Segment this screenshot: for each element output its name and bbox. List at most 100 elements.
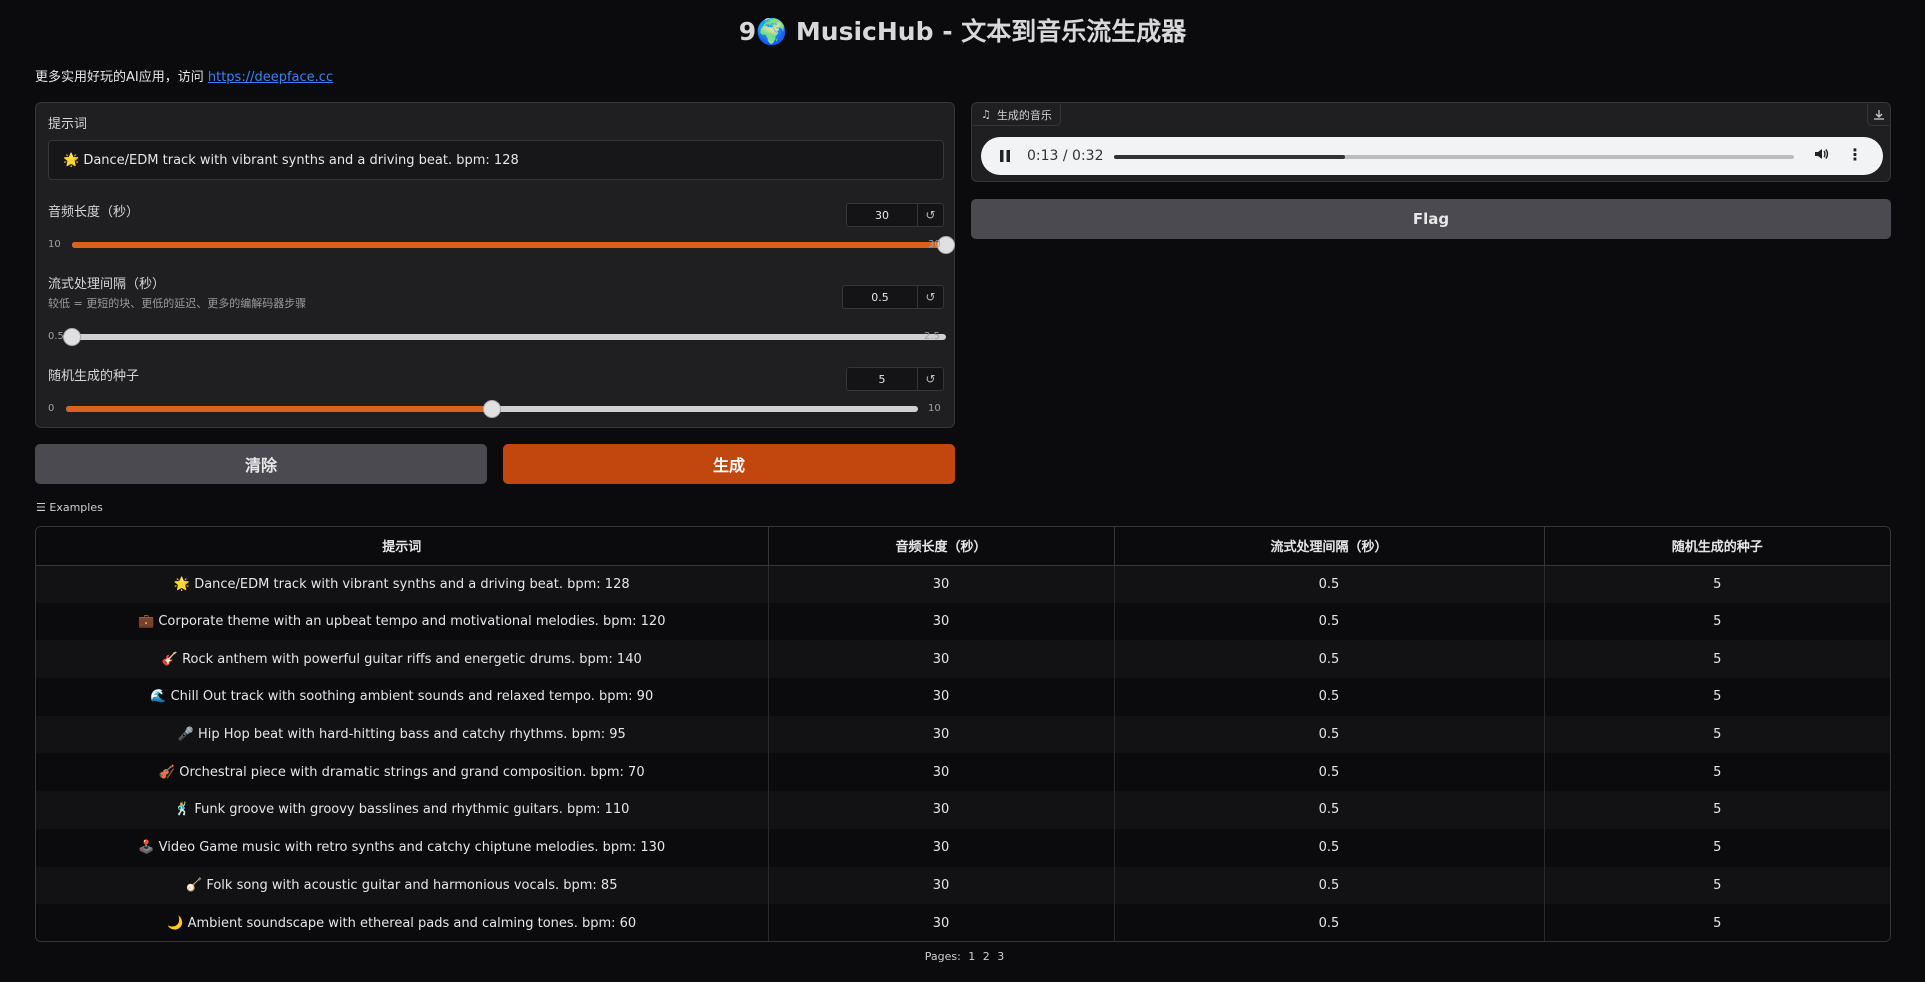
cell-interval: 0.5	[1114, 904, 1545, 941]
table-row[interactable]: 🌊 Chill Out track with soothing ambient …	[36, 678, 1890, 716]
pagination: Pages: 1 2 3	[0, 950, 1925, 963]
cell-prompt: 💼 Corporate theme with an upbeat tempo a…	[36, 602, 769, 641]
seed-number-input[interactable]: 5	[846, 367, 918, 391]
audio-label: 生成的音乐	[996, 108, 1052, 122]
cell-interval: 0.5	[1114, 640, 1545, 679]
examples-header: ☰ Examples	[36, 501, 103, 514]
duration-slider-fill	[72, 242, 946, 248]
flag-button[interactable]: Flag	[971, 199, 1891, 239]
pause-button[interactable]	[995, 146, 1015, 166]
cell-prompt: 🌙 Ambient soundscape with ethereal pads …	[36, 904, 769, 941]
cell-duration: 30	[768, 828, 1115, 867]
column-header-interval: 流式处理间隔（秒）	[1114, 527, 1545, 566]
playback-progress-fill	[1114, 155, 1346, 159]
cell-prompt: 🎻 Orchestral piece with dramatic strings…	[36, 753, 769, 792]
cell-duration: 30	[768, 791, 1115, 829]
page-link-2[interactable]: 2	[983, 950, 990, 963]
table-row[interactable]: 🕺 Funk groove with groovy basslines and …	[36, 791, 1890, 829]
cell-prompt: 🪕 Folk song with acoustic guitar and har…	[36, 866, 769, 905]
duration-slider[interactable]	[72, 236, 955, 254]
column-header-duration: 音频长度（秒）	[768, 527, 1115, 566]
cell-prompt: 🕹️ Video Game music with retro synths an…	[36, 828, 769, 867]
playback-progress-bar[interactable]	[1114, 155, 1794, 159]
interval-slider-thumb[interactable]	[63, 328, 81, 346]
seed-slider[interactable]	[66, 400, 918, 418]
column-header-seed: 随机生成的种子	[1544, 527, 1890, 566]
more-options-icon[interactable]: ⋮	[1847, 145, 1863, 164]
cell-interval: 0.5	[1114, 715, 1545, 754]
subtitle-text: 更多实用好玩的AI应用，访问	[35, 70, 204, 85]
duration-number-input[interactable]: 30	[846, 203, 918, 227]
pause-icon	[1000, 150, 1010, 162]
table-row[interactable]: 🎸 Rock anthem with powerful guitar riffs…	[36, 640, 1890, 679]
cell-interval: 0.5	[1114, 602, 1545, 641]
page-link-1[interactable]: 1	[968, 950, 975, 963]
seed-slider-fill	[66, 406, 492, 412]
page-link-3[interactable]: 3	[997, 950, 1004, 963]
download-icon[interactable]	[1867, 104, 1889, 126]
cell-duration: 30	[768, 904, 1115, 941]
table-row[interactable]: 💼 Corporate theme with an upbeat tempo a…	[36, 602, 1890, 641]
pagination-label: Pages:	[924, 950, 961, 963]
column-header-prompt: 提示词	[36, 527, 769, 566]
prompt-label: 提示词	[48, 117, 88, 132]
interval-min: 0.5	[48, 331, 64, 342]
cell-prompt: 🎸 Rock anthem with powerful guitar riffs…	[36, 640, 769, 679]
deepface-link[interactable]: https://deepface.cc	[208, 70, 333, 85]
duration-max: 30	[928, 239, 941, 250]
audio-label-tag: ♫ 生成的音乐	[973, 104, 1061, 126]
examples-label: Examples	[49, 501, 103, 514]
cell-duration: 30	[768, 640, 1115, 679]
table-row[interactable]: 🌟 Dance/EDM track with vibrant synths an…	[36, 565, 1890, 603]
cell-seed: 5	[1544, 602, 1890, 641]
cell-duration: 30	[768, 866, 1115, 905]
prompt-input[interactable]: 🌟 Dance/EDM track with vibrant synths an…	[48, 140, 944, 180]
seed-reset-button[interactable]: ↺	[918, 367, 944, 391]
list-icon: ☰	[36, 501, 46, 514]
table-row[interactable]: 🌙 Ambient soundscape with ethereal pads …	[36, 904, 1890, 941]
clear-button[interactable]: 清除	[35, 444, 487, 484]
cell-prompt: 🌟 Dance/EDM track with vibrant synths an…	[36, 565, 769, 603]
cell-seed: 5	[1544, 753, 1890, 792]
seed-slider-thumb[interactable]	[483, 400, 501, 418]
seed-min: 0	[48, 403, 55, 414]
interval-label: 流式处理间隔（秒）	[48, 277, 166, 292]
cell-prompt: 🌊 Chill Out track with soothing ambient …	[36, 678, 769, 716]
cell-seed: 5	[1544, 640, 1890, 679]
duration-reset-button[interactable]: ↺	[918, 203, 944, 227]
interval-info: 较低 = 更短的块、更低的延迟、更多的编解码器步骤	[48, 297, 307, 310]
interval-slider[interactable]	[63, 328, 946, 346]
cell-duration: 30	[768, 753, 1115, 792]
cell-seed: 5	[1544, 828, 1890, 867]
page-title: 9🌍 MusicHub - 文本到音乐流生成器	[738, 17, 1187, 46]
generate-button[interactable]: 生成	[503, 444, 955, 484]
cell-duration: 30	[768, 602, 1115, 641]
cell-seed: 5	[1544, 904, 1890, 941]
duration-label: 音频长度（秒）	[48, 205, 140, 220]
table-row[interactable]: 🎤 Hip Hop beat with hard-hitting bass an…	[36, 715, 1890, 754]
input-panel: 提示词 🌟 Dance/EDM track with vibrant synth…	[35, 102, 955, 428]
examples-table: 提示词 音频长度（秒） 流式处理间隔（秒） 随机生成的种子 🌟 Dance/ED…	[35, 526, 1891, 942]
playback-time: 0:13 / 0:32	[1027, 148, 1104, 164]
interval-reset-button[interactable]: ↺	[918, 285, 944, 309]
cell-seed: 5	[1544, 866, 1890, 905]
table-row[interactable]: 🎻 Orchestral piece with dramatic strings…	[36, 753, 1890, 792]
cell-prompt: 🕺 Funk groove with groovy basslines and …	[36, 791, 769, 829]
cell-interval: 0.5	[1114, 565, 1545, 603]
cell-prompt: 🎤 Hip Hop beat with hard-hitting bass an…	[36, 715, 769, 754]
music-note-icon: ♫	[981, 108, 991, 121]
volume-icon[interactable]	[1813, 146, 1829, 166]
table-row[interactable]: 🪕 Folk song with acoustic guitar and har…	[36, 866, 1890, 905]
cell-interval: 0.5	[1114, 828, 1545, 867]
cell-duration: 30	[768, 565, 1115, 603]
seed-label: 随机生成的种子	[48, 369, 140, 384]
cell-seed: 5	[1544, 565, 1890, 603]
cell-interval: 0.5	[1114, 866, 1545, 905]
cell-seed: 5	[1544, 791, 1890, 829]
cell-interval: 0.5	[1114, 753, 1545, 792]
interval-number-input[interactable]: 0.5	[842, 285, 918, 309]
cell-seed: 5	[1544, 678, 1890, 716]
cell-seed: 5	[1544, 715, 1890, 754]
table-row[interactable]: 🕹️ Video Game music with retro synths an…	[36, 828, 1890, 867]
interval-max: 2.5	[924, 331, 940, 342]
